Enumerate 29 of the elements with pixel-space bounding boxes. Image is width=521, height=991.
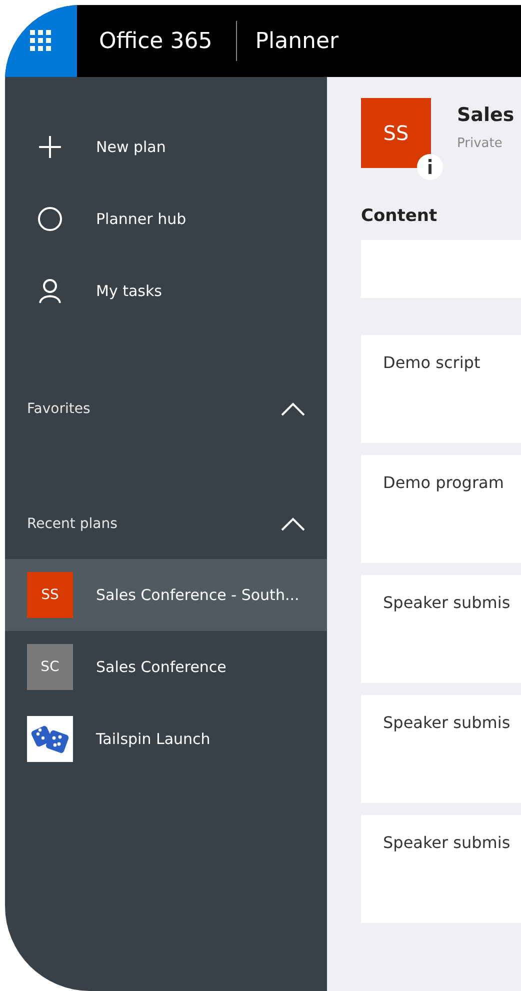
info-icon[interactable] <box>417 154 443 180</box>
section-title: Recent plans <box>27 516 118 532</box>
plus-icon <box>37 134 63 160</box>
privacy-label: Private <box>457 136 504 151</box>
chevron-icon[interactable] <box>281 402 305 416</box>
app-title[interactable]: Planner <box>255 28 339 54</box>
circle-icon <box>37 206 63 232</box>
task-card[interactable]: Demo program <box>361 455 521 563</box>
person-icon <box>37 278 63 304</box>
plan-tile: SS <box>27 572 73 618</box>
plan-item[interactable]: Tailspin Launch <box>5 703 327 775</box>
nav-item[interactable]: My tasks <box>5 255 327 327</box>
plan-logo[interactable]: SS <box>361 98 431 168</box>
nav-item[interactable]: New plan <box>5 111 327 183</box>
task-card[interactable]: Speaker submis <box>361 575 521 683</box>
task-card[interactable]: Speaker submis <box>361 695 521 803</box>
nav-item[interactable]: Planner hub <box>5 183 327 255</box>
brand-title[interactable]: Office 365 <box>99 28 212 54</box>
plan-title: Sales <box>457 104 514 126</box>
plan-tile: SC <box>27 644 73 690</box>
task-card[interactable]: Speaker submis <box>361 815 521 923</box>
dice-icon <box>27 716 73 762</box>
waffle-icon <box>30 30 52 52</box>
plan-item[interactable]: SS Sales Conference - South... <box>5 559 327 631</box>
task-card[interactable]: Demo script <box>361 335 521 443</box>
section-title: Favorites <box>27 401 90 417</box>
plan-item[interactable]: SC Sales Conference <box>5 631 327 703</box>
bucket-title: Content <box>361 206 438 226</box>
chevron-icon[interactable] <box>281 517 305 531</box>
